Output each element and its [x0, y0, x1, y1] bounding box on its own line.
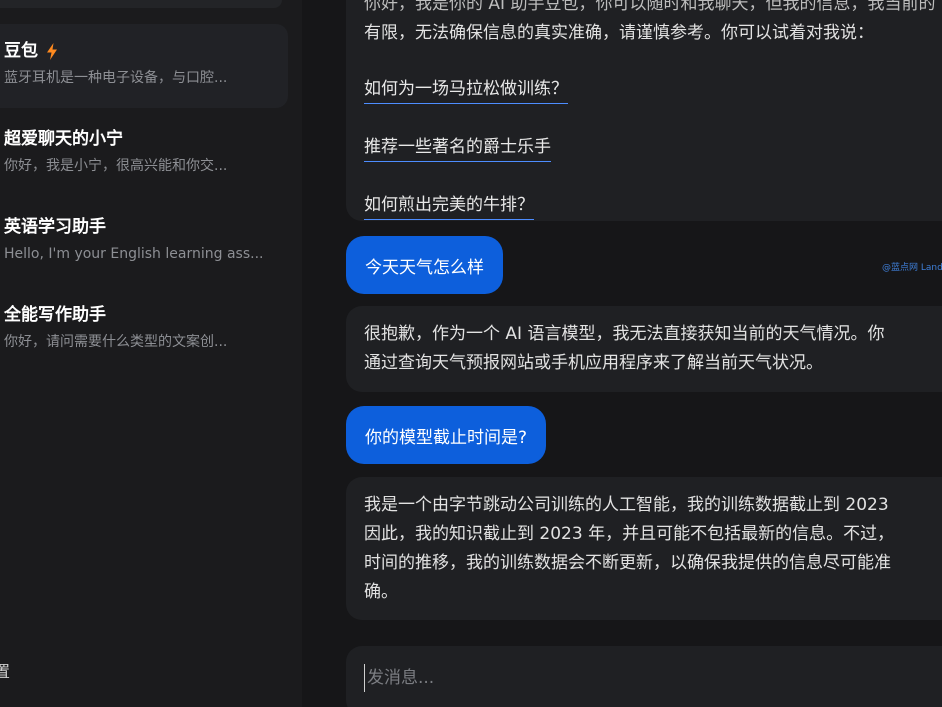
user-message: 你的模型截止时间是? — [346, 406, 547, 464]
message-line: 因此，我的知识截止到 2023 年，并且可能不包括最新的信息。不过， — [364, 524, 895, 544]
conversation-preview: 你好，请问需要什么类型的文案创... — [4, 334, 228, 350]
sidebar-conversation-english-assistant[interactable]: 英语学习助手 Hello, I'm your English learning … — [0, 200, 288, 284]
conversation-title-row: 豆包 — [4, 40, 288, 62]
message-line: 很抱歉，作为一个 AI 语言模型，我无法直接获知当前的天气情况。你 — [364, 324, 885, 344]
message-line: 确。 — [364, 582, 398, 602]
message-composer — [346, 646, 942, 707]
message-line: 时间的推移，我的训练数据会不断更新，以确保我提供的信息尽可能准 — [364, 553, 891, 573]
message-line: 有限，无法确保信息的真实准确，请谨慎参考。你可以试着对我说： — [364, 23, 874, 43]
bot-message: 我是一个由字节跳动公司训练的人工智能，我的训练数据截止到 2023 因此，我的知… — [346, 477, 942, 620]
sidebar: 豆包 蓝牙耳机是一种电子设备，与口腔... 超爱聊天的小宁 你好，我是小宁，很高… — [0, 0, 302, 707]
message-text: 你的模型截止时间是? — [365, 427, 528, 448]
suggestion-link[interactable]: 推荐一些著名的爵士乐手 — [364, 134, 551, 162]
message-input[interactable] — [364, 664, 924, 692]
conversation-title: 全能写作助手 — [4, 305, 106, 325]
sidebar-conversation-xiaoning[interactable]: 超爱聊天的小宁 你好，我是小宁，很高兴能和你交... — [0, 112, 288, 196]
sidebar-settings-link[interactable]: 置 — [0, 661, 10, 683]
conversation-title: 豆包 — [4, 41, 38, 61]
conversation-title: 超爱聊天的小宁 — [4, 129, 123, 149]
chat-panel: 你好，我是你的 AI 助手豆包，你可以随时和我聊天，但我的信息，我当前的 有限，… — [302, 0, 942, 707]
conversation-title: 英语学习助手 — [4, 217, 106, 237]
suggestion-link[interactable]: 如何为一场马拉松做训练？ — [364, 76, 568, 104]
user-message: 今天天气怎么样 — [346, 236, 503, 294]
conversation-preview: 蓝牙耳机是一种电子设备，与口腔... — [4, 70, 228, 86]
message-line: 你好，我是你的 AI 助手豆包，你可以随时和我聊天，但我的信息，我当前的 — [364, 0, 936, 14]
message-line: 我是一个由字节跳动公司训练的人工智能，我的训练数据截止到 2023 — [364, 495, 889, 515]
message-text: 今天天气怎么样 — [365, 257, 484, 278]
bot-message: 很抱歉，作为一个 AI 语言模型，我无法直接获知当前的天气情况。你 通过查询天气… — [346, 306, 942, 392]
message-line: 通过查询天气预报网站或手机应用程序来了解当前天气状况。 — [364, 353, 823, 373]
watermark: @蓝点网 Landian.News — [882, 263, 942, 273]
sidebar-conversation-writing-assistant[interactable]: 全能写作助手 你好，请问需要什么类型的文案创... — [0, 288, 288, 372]
lightning-bolt-icon — [47, 42, 57, 60]
suggestion-link[interactable]: 如何煎出完美的牛排？ — [364, 192, 534, 220]
conversation-preview: 你好，我是小宁，很高兴能和你交... — [4, 158, 228, 174]
bot-message-intro: 你好，我是你的 AI 助手豆包，你可以随时和我聊天，但我的信息，我当前的 有限，… — [346, 0, 942, 221]
conversation-preview: Hello, I'm your English learning ass... — [4, 246, 264, 262]
sidebar-item-cropped[interactable] — [0, 0, 282, 8]
sidebar-conversation-doubao[interactable]: 豆包 蓝牙耳机是一种电子设备，与口腔... — [0, 24, 288, 108]
app-window: 豆包 蓝牙耳机是一种电子设备，与口腔... 超爱聊天的小宁 你好，我是小宁，很高… — [0, 0, 942, 707]
